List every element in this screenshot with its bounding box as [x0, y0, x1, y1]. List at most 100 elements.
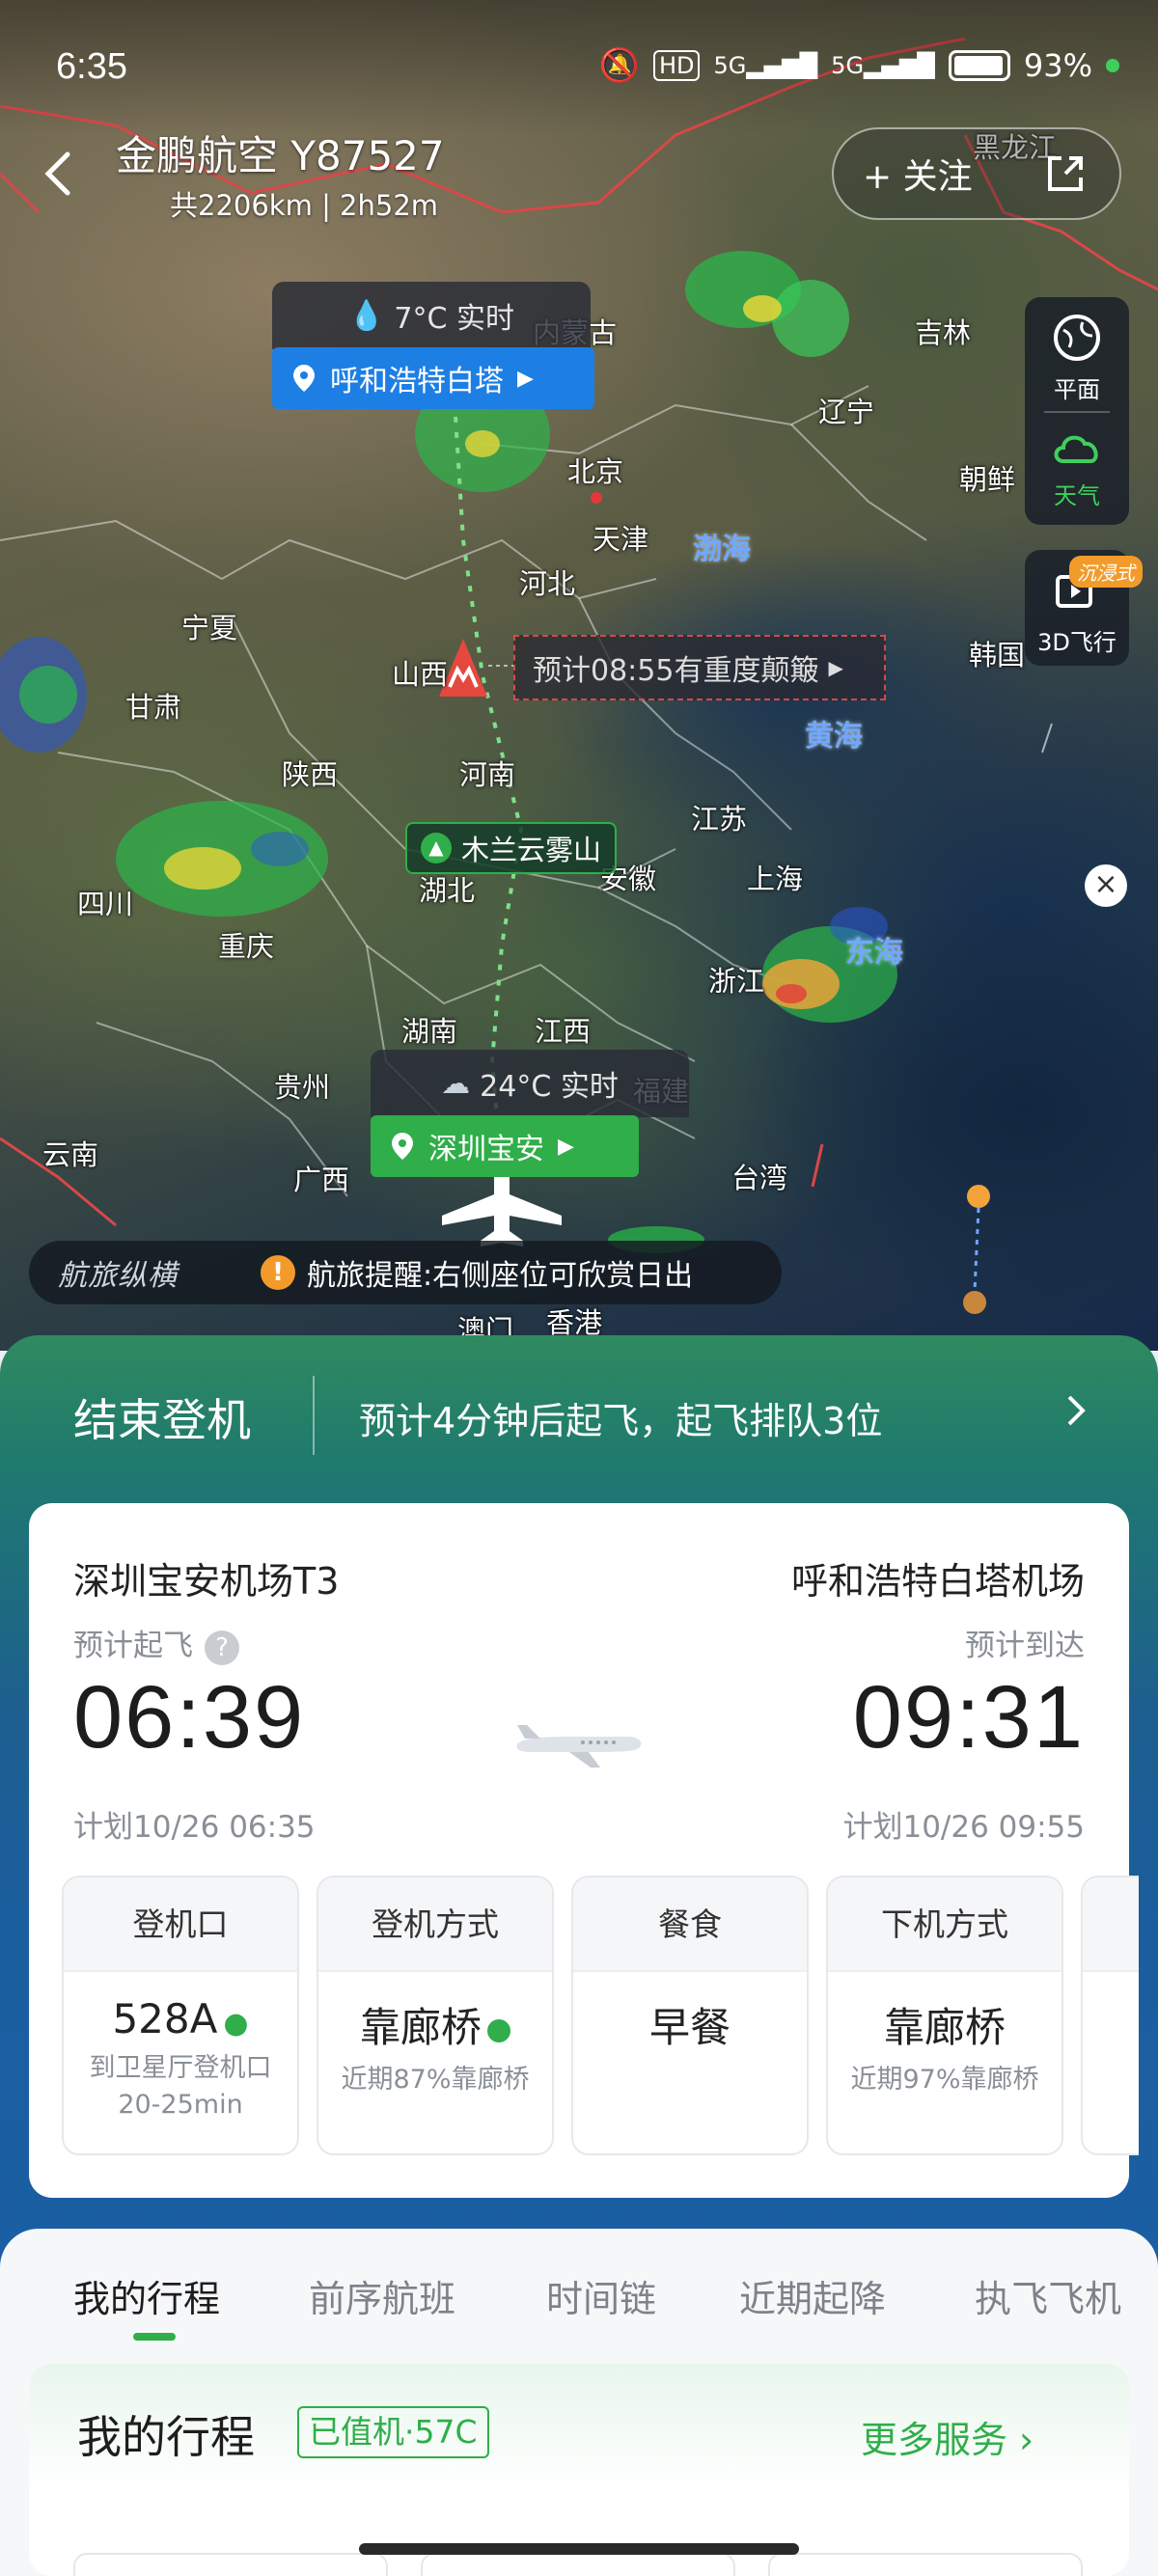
status-divider	[313, 1376, 315, 1455]
boarding-method-box[interactable]: 登机方式 靠廊桥 近期87%靠廊桥	[317, 1876, 554, 2155]
meal-value: 早餐	[648, 2004, 731, 2051]
map-label-beijing: 北京	[567, 455, 624, 488]
gate-sub1: 到卫星厅登机口	[89, 2053, 272, 2083]
departure-scheduled: 计划10/26 06:35	[73, 1810, 316, 1845]
app-logo: 航旅纵横	[58, 1259, 178, 1293]
location-pin-icon: ●	[223, 2007, 249, 2041]
gate-value-wrap: 528A ●	[64, 1995, 297, 2042]
play-arrow-icon: ▶	[828, 656, 843, 679]
follow-button[interactable]: + 关注	[834, 149, 1027, 199]
meal-box[interactable]: 餐食 早餐	[571, 1876, 809, 2155]
mountain-icon: ▲	[421, 833, 452, 863]
map-label-shanxi: 山西	[392, 658, 449, 691]
flight-status-title: 结束登机	[73, 1394, 251, 1446]
map-tool-panel: 平面 天气	[1025, 297, 1129, 525]
play-arrow-icon: ▶	[558, 1134, 574, 1159]
header-actions: + 关注	[832, 127, 1121, 220]
info-box-partial[interactable]	[1081, 1876, 1139, 2155]
origin-weather-card: ☁ 24°C 实时	[371, 1050, 689, 1117]
destination-airport-label: 呼和浩特白塔	[330, 365, 504, 398]
map-label-jiangsu: 江苏	[691, 803, 748, 836]
turbulence-tag[interactable]: 预计08:55有重度颠簸 ▶	[513, 635, 886, 700]
destination-weather-card: 💧 7°C 实时	[272, 282, 591, 349]
more-services-link[interactable]: 更多服务 ›	[861, 2410, 1034, 2463]
help-icon[interactable]: ?	[205, 1630, 239, 1665]
more-services-label: 更多服务	[861, 2419, 1008, 2461]
boarding-method-value-wrap: 靠廊桥	[318, 1995, 552, 2054]
map-label-jiangxi: 江西	[535, 1015, 592, 1048]
map-label-henan: 河南	[459, 758, 516, 791]
origin-airport-button[interactable]: 深圳宝安 ▶	[371, 1115, 639, 1177]
sea-label-bohai: 渤海	[693, 533, 751, 566]
boarding-method-sub: 近期87%靠廊桥	[341, 2065, 530, 2095]
hd-icon: HD	[652, 50, 701, 81]
share-button[interactable]	[1027, 135, 1104, 212]
map-label-zhejiang: 浙江	[708, 965, 765, 998]
departure-label: 预计起飞	[73, 1629, 193, 1663]
deplane-method-box[interactable]: 下机方式 靠廊桥 近期97%靠廊桥	[826, 1876, 1063, 2155]
immersive-badge: 沉浸式	[1069, 556, 1143, 588]
tab-aircraft[interactable]: 执飞飞机	[975, 2269, 1121, 2322]
map-label-hunan: 湖南	[401, 1015, 458, 1048]
privacy-dot-icon	[1106, 59, 1119, 72]
location-pin-icon	[392, 1133, 413, 1160]
gate-title: 登机口	[64, 1877, 297, 1972]
checkin-badge: 已值机·57C	[297, 2406, 489, 2458]
home-indicator[interactable]	[359, 2543, 799, 2555]
cloudy-icon: ☁	[441, 1066, 471, 1101]
service-tile[interactable]	[421, 2553, 735, 2576]
turbulence-text: 预计08:55有重度颠簸	[533, 654, 819, 688]
battery-icon	[948, 50, 1010, 81]
play-arrow-icon: ▶	[517, 366, 534, 391]
map-label-gansu: 甘肃	[125, 691, 182, 724]
boarding-method-value: 靠廊桥	[359, 2004, 482, 2051]
flight-3d-label: 3D飞行	[1037, 629, 1117, 656]
flight-status-row[interactable]: 结束登机 预计4分钟后起飞，起飞排队3位	[0, 1335, 1158, 1499]
map-label-shaanxi: 陕西	[282, 758, 339, 791]
flat-view-button[interactable]: 平面	[1025, 311, 1129, 404]
close-icon[interactable]: ×	[1085, 864, 1127, 907]
weather-layer-button[interactable]: 天气	[1025, 423, 1129, 510]
map-label-chaoxian: 朝鲜	[959, 463, 1016, 496]
flat-view-label: 平面	[1054, 376, 1100, 403]
arrival-scheduled: 计划10/26 09:55	[842, 1810, 1085, 1845]
landmark-tag[interactable]: ▲ 木兰云雾山	[405, 822, 618, 874]
notice-bar[interactable]: 航旅纵横 ! 航旅提醒:右侧座位可欣赏日出	[29, 1241, 782, 1304]
notice-text: 航旅提醒:右侧座位可欣赏日出	[307, 1259, 694, 1293]
destination-airport-button[interactable]: 呼和浩特白塔 ▶	[272, 347, 594, 409]
my-trip-title: 我的行程	[77, 2411, 255, 2463]
gate-sub2: 20-25min	[118, 2090, 243, 2120]
back-arrow-icon	[44, 151, 70, 196]
route-summary: 共2206km | 2h52m	[170, 189, 439, 222]
signal-5g-icon-2: 5G▂▄▆█	[831, 52, 935, 79]
service-tile[interactable]	[73, 2553, 388, 2576]
service-tile[interactable]	[768, 2553, 1083, 2576]
mute-icon: 🔕	[598, 46, 640, 85]
weather-layer-label: 天气	[1054, 482, 1100, 509]
gate-box[interactable]: 登机口 528A ● 到卫星厅登机口 20-25min	[62, 1876, 299, 2155]
chevron-right-icon	[1067, 1395, 1086, 1426]
airplane-icon	[516, 1725, 642, 1768]
map-label-hebei: 河北	[519, 567, 576, 600]
chevron-right-icon: ›	[1019, 2419, 1034, 2461]
departure-label-wrap: 预计起飞?	[73, 1621, 239, 1665]
map-label-jilin: 吉林	[915, 316, 972, 349]
map-label-ningxia: 宁夏	[181, 612, 238, 644]
tab-time-chain[interactable]: 时间链	[546, 2269, 656, 2322]
tab-recent-takeoffs[interactable]: 近期起降	[739, 2269, 886, 2322]
tab-sheet: 我的行程 前序航班 时间链 近期起降 执飞飞机 我的行程 已值机·57C 更多服…	[0, 2229, 1158, 2576]
back-button[interactable]	[35, 145, 83, 203]
landmark-label: 木兰云雾山	[461, 834, 602, 866]
battery-level: 93%	[1023, 47, 1092, 84]
flight-title: 金鹏航空 Y87527	[116, 132, 445, 179]
cloud-icon	[1054, 435, 1098, 463]
flight-map[interactable]: 黑龙江 内蒙古 吉林 辽宁 北京 天津 河北 朝鲜 韩国 宁夏 甘肃 山西 陕西…	[0, 0, 1158, 1351]
departure-time: 06:39	[73, 1668, 306, 1767]
active-tab-indicator	[133, 2333, 176, 2341]
rain-icon: 💧	[348, 298, 385, 333]
deplane-method-title: 下机方式	[828, 1877, 1062, 1972]
arrival-time: 09:31	[852, 1668, 1085, 1767]
tab-previous-flight[interactable]: 前序航班	[309, 2269, 455, 2322]
tab-my-trip[interactable]: 我的行程	[73, 2269, 220, 2322]
map-label-yunnan: 云南	[42, 1138, 99, 1171]
